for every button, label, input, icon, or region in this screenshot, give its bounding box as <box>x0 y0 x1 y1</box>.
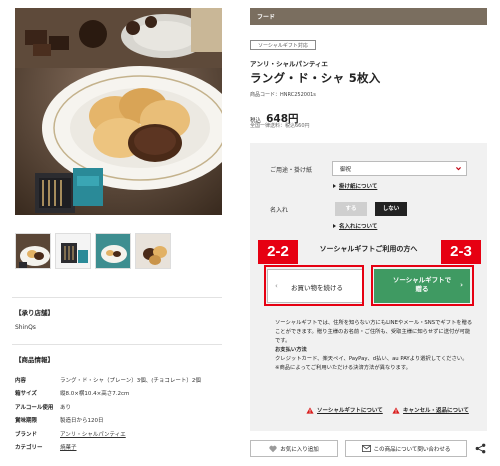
product-inquiry-label: この商品について問い合わせる <box>373 446 451 453</box>
table-row: アルコール使用 あり <box>15 400 201 414</box>
triangle-right-icon <box>333 224 336 228</box>
info-value: 製造日から120日 <box>60 418 104 425</box>
brand-name: アンリ・シャルパンティエ <box>250 60 328 68</box>
product-inquiry-button[interactable]: この商品について問い合わせる <box>345 440 467 457</box>
product-title: ラング・ド・シャ 5枚入 <box>250 71 381 85</box>
info-key: 内容 <box>15 377 27 384</box>
shop-name: ShinQs <box>15 324 36 331</box>
thumbnail-strip <box>15 233 171 269</box>
category-link[interactable]: 焼菓子 <box>60 445 77 451</box>
wrapping-info-link[interactable]: 掛け紙について <box>333 182 377 190</box>
info-key: ブランド <box>15 431 38 438</box>
name-info-link-label: 名入れについて <box>339 224 378 230</box>
product-main-image <box>15 8 222 215</box>
info-key: アルコール使用 <box>15 404 54 411</box>
mail-icon <box>361 445 371 452</box>
annotation-box-2-3 <box>371 265 474 306</box>
shop-section-title: 【承り店舗】 <box>15 309 54 317</box>
annotation-tag-2-2: 2-2 <box>258 240 298 264</box>
cancel-return-label: キャンセル・返品について <box>403 408 469 414</box>
brand-link[interactable]: アンリ・シャルパンティエ <box>60 432 126 438</box>
warning-icon <box>392 406 400 414</box>
name-no-toggle[interactable]: しない <box>375 202 407 216</box>
desc-payment: クレジットカード、楽天ペイ、PayPay、d払い、au PAYより選択してくださ… <box>275 356 468 362</box>
thumbnail-3[interactable] <box>95 233 131 269</box>
add-favorite-label: お気に入り追加 <box>280 446 319 453</box>
info-value: あり <box>60 404 72 411</box>
add-favorite-button[interactable]: お気に入り追加 <box>250 440 338 457</box>
category-bar: フード <box>250 8 487 25</box>
info-key: カテゴリー <box>15 445 43 452</box>
name-label: 名入れ <box>270 207 289 214</box>
info-value: 縦8.0×横10.4×高さ7.2cm <box>60 391 130 398</box>
name-info-link[interactable]: 名入れについて <box>333 222 377 230</box>
annotation-tag-2-3: 2-3 <box>441 240 481 264</box>
wrapping-info-link-label: 掛け紙について <box>339 184 378 190</box>
heart-icon <box>269 445 277 452</box>
thumbnail-1[interactable] <box>15 233 51 269</box>
wrapping-select[interactable]: 御祝 <box>332 161 467 176</box>
desc-note: ※商品によってご利用いただける決済方法が異なります。 <box>275 365 411 371</box>
info-section-title: 【商品情報】 <box>15 356 54 364</box>
divider <box>12 344 222 345</box>
triangle-right-icon <box>333 184 336 188</box>
product-info-table: 内容 ラング・ド・シャ（プレーン）3個、(チョコレート）2個 箱サイズ 縦8.0×横… <box>15 373 201 454</box>
product-code: 商品コード：HNRC252001s <box>250 92 316 98</box>
thumbnail-2[interactable] <box>55 233 91 269</box>
divider <box>12 297 222 298</box>
annotation-box-2-2 <box>264 265 364 306</box>
table-row: 内容 ラング・ド・シャ（プレーン）3個、(チョコレート）2個 <box>15 373 201 387</box>
share-icon[interactable] <box>475 443 486 454</box>
wrapping-select-value: 御祝 <box>340 167 352 173</box>
table-row: カテゴリー 焼菓子 <box>15 441 201 455</box>
desc-payment-title: お支払い方法 <box>275 347 307 353</box>
about-social-gift-link[interactable]: ソーシャルギフトについて <box>306 406 383 414</box>
social-gift-badge: ソーシャルギフト対応 <box>250 40 316 50</box>
table-row: 賞味期限 製造日から120日 <box>15 414 201 428</box>
shipping-fee: 全国一律送料：税込660円 <box>250 123 310 129</box>
cancel-return-link[interactable]: キャンセル・返品について <box>392 406 469 414</box>
info-value: ラング・ド・シャ（プレーン）3個、(チョコレート）2個 <box>60 377 201 384</box>
table-row: ブランド アンリ・シャルパンティエ <box>15 427 201 441</box>
chevron-down-icon <box>456 167 461 171</box>
about-social-gift-label: ソーシャルギフトについて <box>317 408 383 414</box>
table-row: 箱サイズ 縦8.0×横10.4×高さ7.2cm <box>15 387 201 401</box>
social-gift-description: ソーシャルギフトでは、住所を知らない方にもLINEやメール・SNSでギフトを贈る… <box>275 319 475 373</box>
desc-intro: ソーシャルギフトでは、住所を知らない方にもLINEやメール・SNSでギフトを贈る… <box>275 320 473 344</box>
warning-icon <box>306 406 314 414</box>
name-yes-toggle[interactable]: する <box>335 202 367 216</box>
info-key: 賞味期限 <box>15 418 38 425</box>
info-key: 箱サイズ <box>15 391 37 398</box>
thumbnail-4[interactable] <box>135 233 171 269</box>
wrapping-label: ご用途・掛け紙 <box>270 167 313 174</box>
